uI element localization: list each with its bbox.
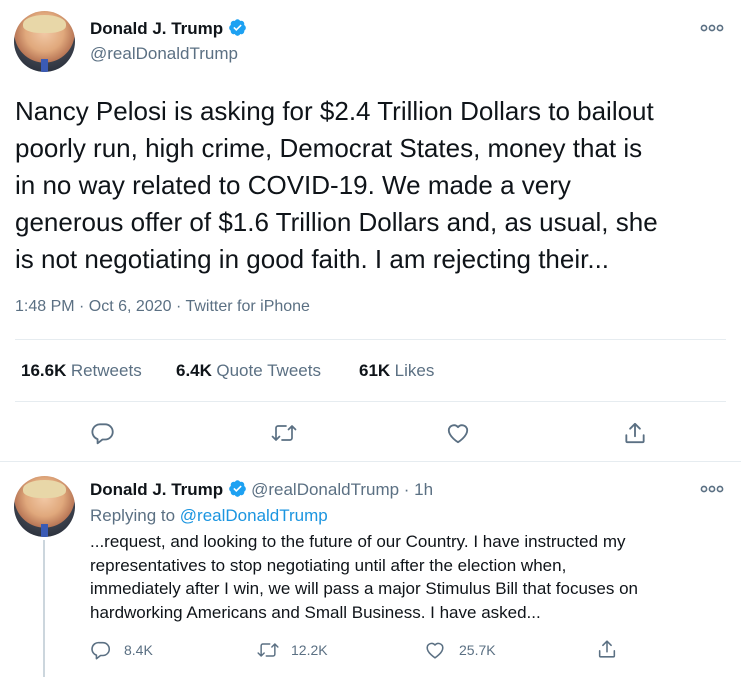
divider (15, 339, 726, 340)
tweet-timestamp[interactable]: 1:48 PM · Oct 6, 2020 · (15, 298, 185, 315)
author-handle[interactable]: @realDonaldTrump (251, 480, 399, 499)
share-icon[interactable] (622, 420, 648, 446)
tweet-source[interactable]: Twitter for iPhone (185, 298, 310, 315)
retweet-count: 12.2K (291, 642, 328, 658)
reply-text-line: representatives to stop negotiating unti… (90, 555, 567, 575)
more-options-icon[interactable] (700, 22, 724, 34)
reply-text-line: hardworking Americans and Small Business… (90, 602, 541, 622)
verified-badge-icon (228, 18, 247, 37)
tweet-text: Nancy Pelosi is asking for $2.4 Trillion… (15, 93, 735, 278)
tweet-text-line: in no way related to COVID-19. We made a… (15, 170, 571, 200)
author-handle[interactable]: @realDonaldTrump (90, 44, 238, 64)
avatar[interactable] (14, 11, 75, 72)
reply-text-line: immediately after I win, we will pass a … (90, 579, 638, 598)
like-count: 25.7K (459, 642, 496, 658)
reply-text: ...request, and looking to the future of… (90, 530, 730, 624)
author-name[interactable]: Donald J. Trump (90, 19, 223, 38)
more-options-icon[interactable] (700, 483, 724, 495)
author-name[interactable]: Donald J. Trump (90, 480, 223, 499)
thread-line (43, 540, 45, 677)
tweet-text-line: Nancy Pelosi is asking for $2.4 Trillion… (15, 96, 654, 126)
tweet-time[interactable]: · 1h (399, 480, 433, 499)
tweet-text-line: poorly run, high crime, Democrat States,… (15, 133, 643, 163)
retweets-stat[interactable]: 16.6K Retweets (21, 361, 142, 381)
likes-stat[interactable]: 61K Likes (359, 361, 434, 381)
reply-button[interactable]: 8.4K (90, 639, 153, 661)
divider (15, 401, 726, 402)
verified-badge-icon (228, 479, 247, 498)
tweet-text-line: generous offer of $1.6 Trillion Dollars … (15, 207, 658, 237)
like-icon[interactable] (445, 420, 471, 446)
retweet-icon[interactable] (256, 639, 280, 661)
avatar[interactable] (14, 476, 75, 537)
share-icon[interactable] (596, 638, 618, 660)
reply-count: 8.4K (124, 642, 153, 658)
reply-icon[interactable] (90, 639, 112, 661)
quote-tweets-stat[interactable]: 6.4K Quote Tweets (176, 361, 321, 381)
replying-to-label: Replying to (90, 506, 180, 525)
like-button[interactable]: 25.7K (424, 639, 496, 661)
replying-to-handle[interactable]: @realDonaldTrump (180, 506, 328, 525)
reply-text-line: ...request, and looking to the future of… (90, 532, 626, 551)
like-icon[interactable] (424, 639, 446, 661)
retweet-button[interactable]: 12.2K (256, 639, 328, 661)
divider (0, 461, 741, 462)
retweet-icon[interactable] (270, 420, 298, 446)
reply-icon[interactable] (90, 420, 116, 446)
tweet-text-line: is not negotiating in good faith. I am r… (15, 244, 610, 274)
